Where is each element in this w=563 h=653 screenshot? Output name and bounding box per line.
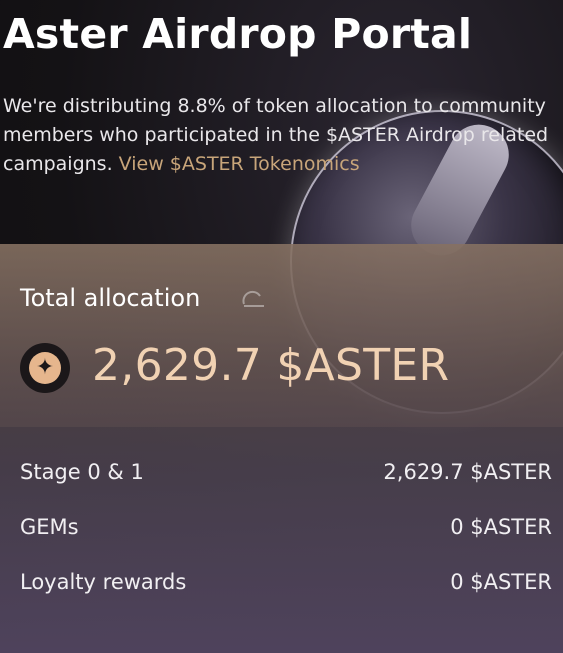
allocation-row-stage: Stage 0 & 1 2,629.7 $ASTER — [20, 460, 552, 492]
aster-logo-icon: ✦ — [20, 343, 70, 393]
allocation-row-label: Stage 0 & 1 — [20, 460, 144, 484]
tokenomics-link[interactable]: View $ASTER Tokenomics — [119, 153, 360, 175]
allocation-row-loyalty: Loyalty rewards 0 $ASTER — [20, 570, 552, 602]
page-description: We're distributing 8.8% of token allocat… — [3, 92, 558, 179]
total-allocation-section: Total allocation ✦ 2,629.7 $ASTER — [0, 244, 563, 427]
total-allocation-label: Total allocation — [20, 284, 201, 312]
allocation-row-gems: GEMs 0 $ASTER — [20, 515, 552, 547]
page-title: Aster Airdrop Portal — [3, 10, 473, 58]
allocation-row-value: 0 $ASTER — [450, 515, 552, 539]
allocation-card: Total allocation ✦ 2,629.7 $ASTER Stage … — [0, 244, 563, 653]
airdrop-portal-page: Aster Airdrop Portal We're distributing … — [0, 0, 563, 653]
allocation-row-label: Loyalty rewards — [20, 570, 187, 594]
refresh-icon[interactable] — [240, 288, 266, 310]
allocation-row-label: GEMs — [20, 515, 79, 539]
allocation-row-value: 2,629.7 $ASTER — [383, 460, 552, 484]
allocation-row-value: 0 $ASTER — [450, 570, 552, 594]
total-allocation-value: 2,629.7 $ASTER — [92, 340, 450, 391]
